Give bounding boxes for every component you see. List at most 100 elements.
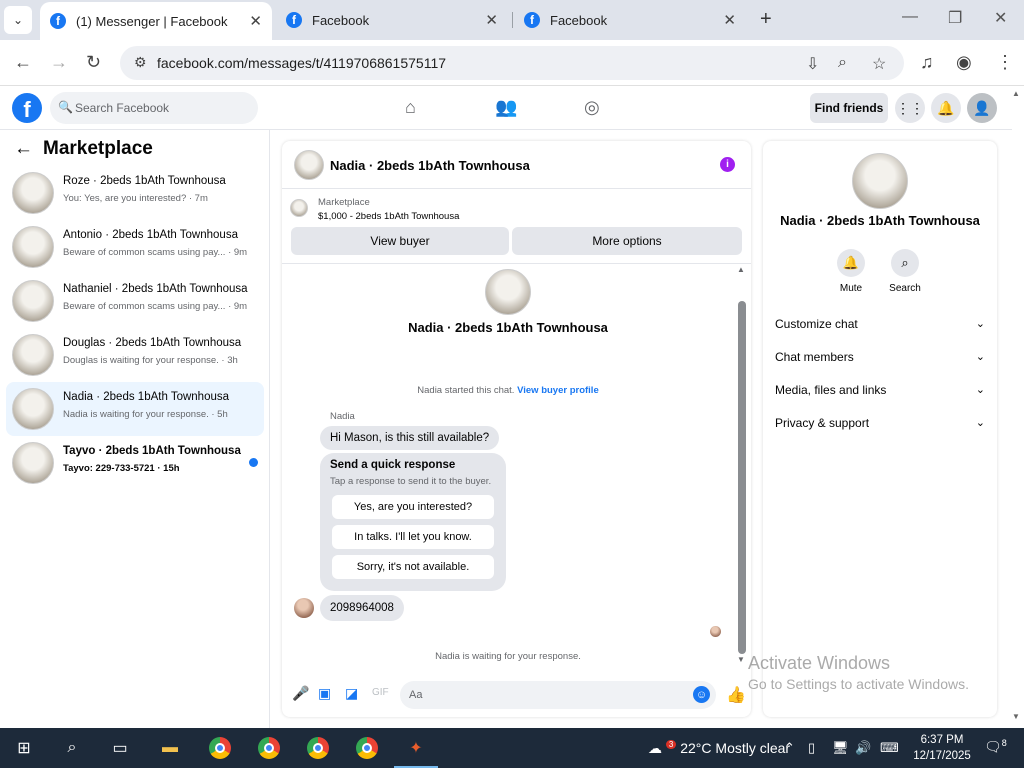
window-close-icon[interactable]: ✕ — [994, 8, 1007, 28]
page-scroll-down-icon[interactable]: ▼ — [1012, 712, 1020, 721]
chat-item-tayvo[interactable]: Tayvo · 2beds 1bAth Townhousa Tayvo: 229… — [6, 436, 264, 490]
back-icon[interactable]: ← — [14, 52, 32, 73]
chat-item-nadia[interactable]: Nadia · 2beds 1bAth Townhousa Nadia is w… — [6, 382, 264, 436]
close-tab-icon[interactable]: ✕ — [485, 11, 498, 29]
customize-chat-section[interactable]: Customize chat ⌄ — [775, 317, 985, 337]
windows-start-icon[interactable]: ⊞ — [12, 736, 36, 760]
emoji-icon[interactable]: ☺ — [693, 686, 710, 703]
message-placeholder: Aa — [409, 689, 423, 701]
gif-icon[interactable]: GIF — [372, 687, 389, 698]
details-name: Nadia · 2beds 1bAth Townhousa — [780, 213, 980, 228]
info-icon[interactable]: i — [720, 157, 735, 172]
message-scrollbar[interactable] — [738, 301, 746, 654]
tab-facebook-2[interactable]: f Facebook ✕ — [514, 0, 746, 40]
page-scroll-up-icon[interactable]: ▲ — [1012, 89, 1020, 98]
chrome-profile-2-icon[interactable] — [306, 736, 330, 760]
view-buyer-button[interactable]: View buyer — [291, 227, 509, 255]
zoom-icon[interactable]: ⌕ — [838, 54, 847, 72]
keyboard-icon[interactable]: ⌨ — [880, 740, 899, 756]
show-hidden-icons-icon[interactable]: ⌃ — [784, 740, 795, 756]
clock-date: 12/17/2025 — [913, 750, 971, 762]
chat-avatar — [12, 172, 54, 214]
device-icon[interactable]: ▯ — [808, 740, 815, 756]
restore-icon[interactable]: ❐ — [948, 8, 962, 28]
details-avatar[interactable] — [852, 153, 908, 209]
account-avatar[interactable]: 👤 — [967, 93, 997, 123]
view-buyer-profile-link[interactable]: View buyer profile — [517, 385, 599, 396]
find-friends-button[interactable]: Find friends — [810, 93, 888, 123]
new-tab-icon[interactable]: + — [760, 8, 772, 31]
chat-item-nathaniel[interactable]: Nathaniel · 2beds 1bAth Townhousa Beware… — [6, 274, 264, 328]
more-options-button[interactable]: More options — [512, 227, 742, 255]
profile-icon[interactable]: ◉ — [956, 52, 972, 73]
photo-icon[interactable]: ▣ — [318, 685, 331, 702]
message-input[interactable]: Aa ☺ — [400, 681, 716, 709]
chat-name: Roze · 2beds 1bAth Townhousa — [63, 175, 226, 187]
chrome-icon[interactable] — [208, 736, 232, 760]
scroll-down-icon[interactable]: ▼ — [737, 655, 745, 664]
tab-facebook-1[interactable]: f Facebook ✕ — [276, 0, 508, 40]
chat-item-antonio[interactable]: Antonio · 2beds 1bAth Townhousa Beware o… — [6, 220, 264, 274]
address-bar[interactable]: ⚙ facebook.com/messages/t/41197068615751… — [120, 46, 904, 80]
close-tab-icon[interactable]: ✕ — [249, 12, 262, 30]
chat-item-douglas[interactable]: Douglas · 2beds 1bAth Townhousa Douglas … — [6, 328, 264, 382]
chat-preview: Tayvo: 229-733-5721 · 15h — [63, 463, 180, 474]
conversation-avatar[interactable] — [294, 150, 324, 180]
chat-name: Douglas · 2beds 1bAth Townhousa — [63, 337, 242, 349]
file-explorer-icon[interactable]: ▬ — [158, 736, 182, 760]
site-settings-icon[interactable]: ⚙ — [134, 54, 147, 71]
started-text: Nadia started this chat. — [417, 385, 515, 396]
notification-center-icon[interactable]: 🗨8 — [984, 738, 1007, 756]
media-control-icon[interactable]: ♫ — [920, 52, 934, 73]
privacy-support-section[interactable]: Privacy & support ⌄ — [775, 416, 985, 436]
system-clock[interactable]: 6:37 PM 12/17/2025 — [912, 732, 972, 764]
app-icon[interactable]: ✦ — [404, 736, 428, 760]
tab-title: (1) Messenger | Facebook — [76, 13, 228, 29]
quick-response-not-available[interactable]: Sorry, it's not available. — [332, 555, 494, 579]
chat-name: Nathaniel · 2beds 1bAth Townhousa — [63, 283, 248, 295]
mute-button[interactable]: 🔔 Mute — [826, 249, 876, 294]
home-icon[interactable]: ⌂ — [405, 97, 416, 118]
task-view-icon[interactable]: ▭ — [108, 736, 132, 760]
scroll-up-icon[interactable]: ▲ — [737, 265, 745, 274]
menu-kebab-icon[interactable]: ⋮ — [996, 52, 1014, 73]
weather-temp: 22°C — [680, 740, 712, 756]
menu-grid-icon[interactable]: ⋮⋮ — [895, 93, 925, 123]
chrome-profile-3-icon[interactable] — [355, 736, 379, 760]
facebook-logo-icon[interactable]: f — [12, 93, 42, 123]
bookmark-star-icon[interactable]: ☆ — [872, 54, 886, 74]
chat-preview: Beware of common scams using pay... · 9m — [63, 247, 248, 258]
bell-icon: 🔔 — [837, 249, 865, 277]
friends-icon[interactable]: 👥 — [495, 97, 517, 118]
listing-title[interactable]: $1,000 - 2beds 1bAth Townhousa — [318, 211, 459, 222]
quick-response-in-talks[interactable]: In talks. I'll let you know. — [332, 525, 494, 549]
reload-icon[interactable]: ↻ — [86, 52, 101, 73]
tab-title: Facebook — [312, 12, 370, 28]
forward-icon[interactable]: → — [50, 52, 68, 73]
quick-response-yes[interactable]: Yes, are you interested? — [332, 495, 494, 519]
weather-icon: ☁ — [648, 740, 662, 756]
tab-search-button[interactable]: ⌄ — [4, 6, 32, 34]
media-files-links-section[interactable]: Media, files and links ⌄ — [775, 383, 985, 403]
chrome-profile-icon[interactable] — [257, 736, 281, 760]
volume-icon[interactable]: 🔊 — [855, 740, 871, 756]
quick-response-box: Send a quick response Tap a response to … — [320, 453, 506, 591]
taskbar-search-icon[interactable]: ⌕ — [60, 736, 84, 760]
groups-icon[interactable]: ◎ — [584, 97, 600, 118]
minimize-icon[interactable]: — — [902, 8, 918, 26]
back-arrow-icon[interactable]: ← — [14, 138, 33, 159]
chat-item-roze[interactable]: Roze · 2beds 1bAth Townhousa You: Yes, a… — [6, 166, 264, 220]
close-tab-icon[interactable]: ✕ — [723, 11, 736, 29]
search-conversation-button[interactable]: ⌕ Search — [880, 249, 930, 294]
sticker-icon[interactable]: ◪ — [345, 685, 358, 702]
microphone-icon[interactable]: 🎤 — [292, 685, 309, 702]
chat-members-section[interactable]: Chat members ⌄ — [775, 350, 985, 370]
network-icon[interactable]: 🖥 — [832, 740, 849, 756]
facebook-search-input[interactable]: 🔍 Search Facebook — [50, 92, 258, 124]
install-app-icon[interactable]: ⇩ — [806, 54, 819, 74]
tab-messenger[interactable]: f (1) Messenger | Facebook ✕ — [40, 2, 272, 40]
thumbs-up-icon[interactable]: 👍 — [726, 685, 746, 705]
conversation-title[interactable]: Nadia · 2beds 1bAth Townhousa — [330, 158, 530, 173]
notifications-bell-icon[interactable]: 🔔 — [931, 93, 961, 123]
weather-widget[interactable]: ☁ 3 22°C Mostly clear — [648, 740, 790, 757]
